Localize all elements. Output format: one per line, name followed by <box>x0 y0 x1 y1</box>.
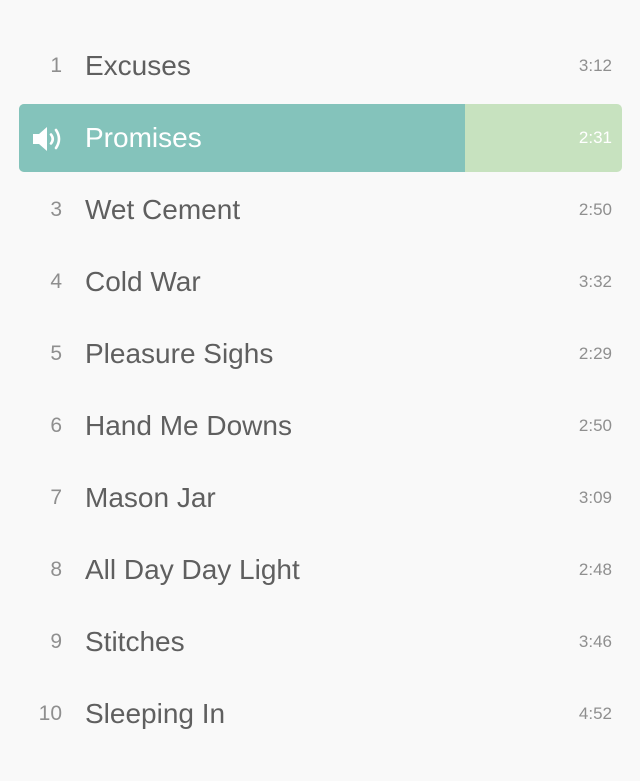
track-duration: 2:48 <box>578 560 612 579</box>
track-row[interactable]: 10 Sleeping In 4:52 <box>0 678 640 750</box>
track-number: 9 <box>50 630 62 653</box>
track-row[interactable]: 4 Cold War 3:32 <box>0 246 640 318</box>
track-row[interactable]: 5 Pleasure Sighs 2:29 <box>0 318 640 390</box>
track-duration: 3:09 <box>578 488 612 507</box>
track-number: 5 <box>50 342 62 365</box>
track-number: 8 <box>50 558 62 581</box>
track-duration: 3:32 <box>578 272 612 291</box>
track-row-playing[interactable]: Promises 2:31 <box>0 102 640 174</box>
track-title: Sleeping In <box>85 698 226 729</box>
track-row[interactable]: 9 Stitches 3:46 <box>0 606 640 678</box>
track-list: 1 Excuses 3:12 Promises 2:31 3 Wet Cement 2:50 4… <box>0 30 640 750</box>
track-row[interactable]: 7 Mason Jar 3:09 <box>0 462 640 534</box>
track-title: Mason Jar <box>85 482 216 513</box>
track-duration: 2:31 <box>578 128 612 147</box>
track-duration: 3:12 <box>578 56 612 75</box>
track-duration: 3:46 <box>578 632 612 651</box>
track-number: 4 <box>50 270 62 293</box>
speaker-icon <box>32 126 66 152</box>
track-title: Promises <box>85 122 202 153</box>
track-number: 10 <box>38 702 62 725</box>
track-row[interactable]: 3 Wet Cement 2:50 <box>0 174 640 246</box>
track-duration: 4:52 <box>578 704 612 723</box>
track-duration: 2:29 <box>578 344 612 363</box>
track-duration: 2:50 <box>578 416 612 435</box>
track-duration: 2:50 <box>578 200 612 219</box>
track-number: 3 <box>50 198 62 221</box>
track-row[interactable]: 6 Hand Me Downs 2:50 <box>0 390 640 462</box>
track-title: Excuses <box>85 50 191 81</box>
track-number: 1 <box>50 54 62 77</box>
track-title: Stitches <box>85 626 185 657</box>
track-number: 7 <box>50 486 62 509</box>
track-title: Wet Cement <box>85 194 241 225</box>
track-title: Pleasure Sighs <box>85 338 274 369</box>
track-row[interactable]: 8 All Day Day Light 2:48 <box>0 534 640 606</box>
track-title: Hand Me Downs <box>85 410 292 441</box>
track-title: All Day Day Light <box>85 554 300 585</box>
track-row[interactable]: 1 Excuses 3:12 <box>0 30 640 102</box>
track-number: 6 <box>50 414 62 437</box>
track-title: Cold War <box>85 266 201 297</box>
